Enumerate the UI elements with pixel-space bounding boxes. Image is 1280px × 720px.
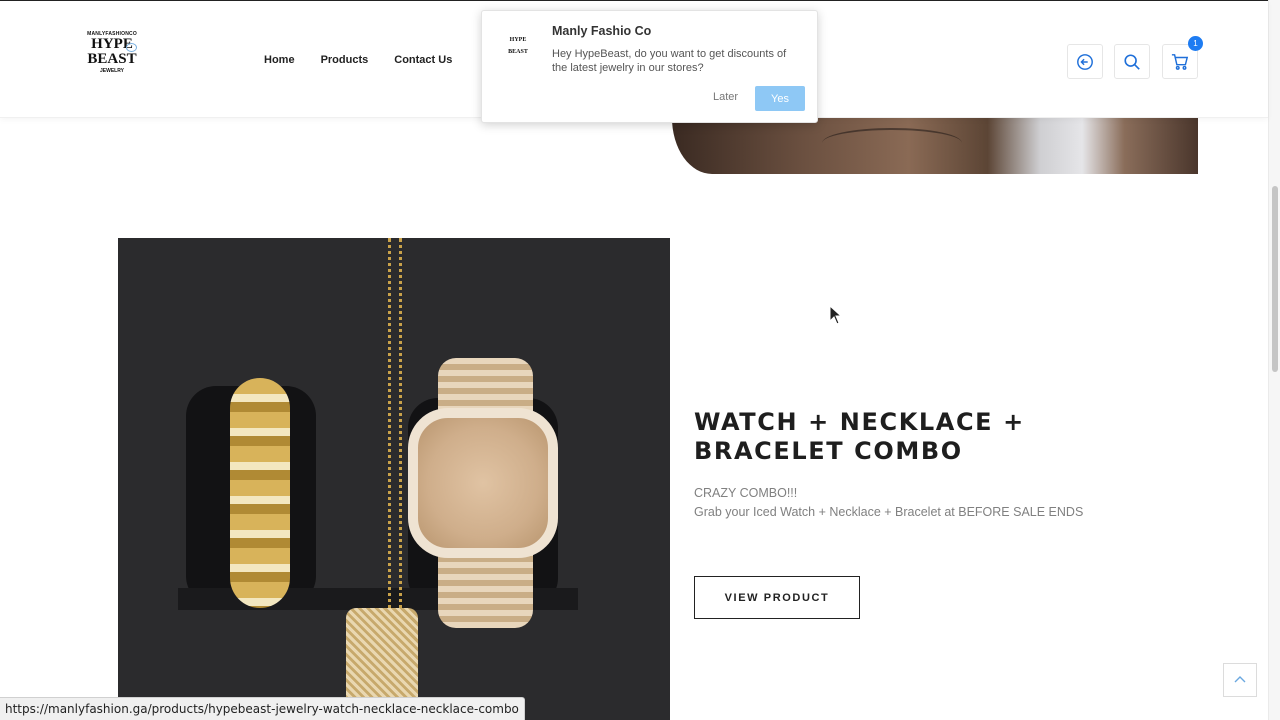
view-product-button[interactable]: VIEW PRODUCT [694, 576, 860, 619]
popup-later-button[interactable]: Later [713, 91, 738, 103]
status-bar-url: https://manlyfashion.ga/products/hypebea… [0, 697, 525, 720]
popup-message: Hey HypeBeast, do you want to get discou… [552, 48, 787, 74]
product-title: WATCH + NECKLACE + BRACELET COMBO [694, 408, 1025, 465]
main-nav: Home Products Contact Us [264, 54, 478, 66]
product-desc-line-2: Grab your Iced Watch + Necklace + Bracel… [694, 505, 1084, 519]
cart-button[interactable]: 1 [1162, 36, 1203, 79]
logo-bottom-text: JEWELRY [100, 68, 124, 74]
cart-count-badge: 1 [1188, 36, 1203, 51]
product-description: CRAZY COMBO!!! Grab your Iced Watch + Ne… [694, 484, 1194, 522]
nav-products[interactable]: Products [321, 54, 369, 66]
mouse-cursor-icon [829, 305, 843, 325]
hero-image-detail [822, 128, 962, 158]
back-to-top-button[interactable] [1223, 663, 1257, 697]
cart-icon [1171, 53, 1189, 70]
page-scrollbar[interactable] [1268, 0, 1280, 720]
search-icon [1124, 53, 1140, 70]
product-image[interactable] [118, 238, 670, 720]
login-button[interactable] [1067, 44, 1103, 79]
notification-popup: HYPE BEAST Manly Fashio Co Hey HypeBeast… [481, 10, 818, 123]
nav-home[interactable]: Home [264, 54, 295, 66]
necklace-chain-graphic [388, 238, 402, 628]
search-button[interactable] [1114, 44, 1150, 79]
bracelet-graphic [230, 378, 290, 608]
chevron-up-icon [1234, 676, 1246, 683]
watch-face-graphic [408, 408, 558, 558]
logo-bubble-icon [126, 43, 137, 52]
popup-yes-button[interactable]: Yes [755, 86, 805, 111]
scrollbar-thumb[interactable] [1272, 186, 1278, 372]
arrow-circle-left-icon [1077, 53, 1093, 70]
popup-title: Manly Fashio Co [552, 24, 652, 38]
popup-logo-text-2: BEAST [508, 49, 528, 55]
hero-image [672, 118, 1198, 174]
popup-logo-text-1: HYPE [509, 37, 527, 43]
nav-contact-us[interactable]: Contact Us [394, 54, 452, 66]
logo-beast-text: BEAST [87, 51, 137, 67]
product-desc-line-1: CRAZY COMBO!!! [694, 486, 798, 500]
site-logo[interactable]: MANLYFASHIONCO HYPE BEAST JEWELRY [82, 31, 142, 81]
popup-logo: HYPE BEAST [504, 31, 532, 59]
